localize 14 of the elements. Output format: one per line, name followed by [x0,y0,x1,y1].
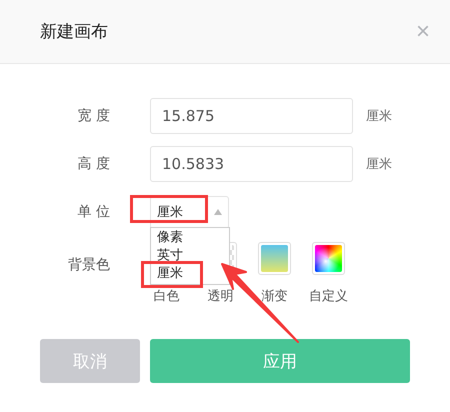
field-label: 单 位 [76,203,110,221]
dropdown-option[interactable]: 英寸 [151,247,189,265]
highlight-box [141,261,203,288]
dialog-title: 新建画布 [40,21,108,43]
input-field[interactable]: 15.875 [150,98,353,134]
dropdown-option[interactable]: 厘米 [151,265,189,283]
unit-label: 厘米 [366,108,392,125]
field-label: 高 度 [76,155,110,173]
field-label: 背景色 [67,256,110,274]
unit-label: 厘米 [366,156,392,173]
dropdown-option[interactable]: 像素 [151,229,189,247]
input-field[interactable]: 10.5833 [150,146,353,182]
caret-icon [214,209,222,215]
field-label: 宽 度 [76,107,110,125]
